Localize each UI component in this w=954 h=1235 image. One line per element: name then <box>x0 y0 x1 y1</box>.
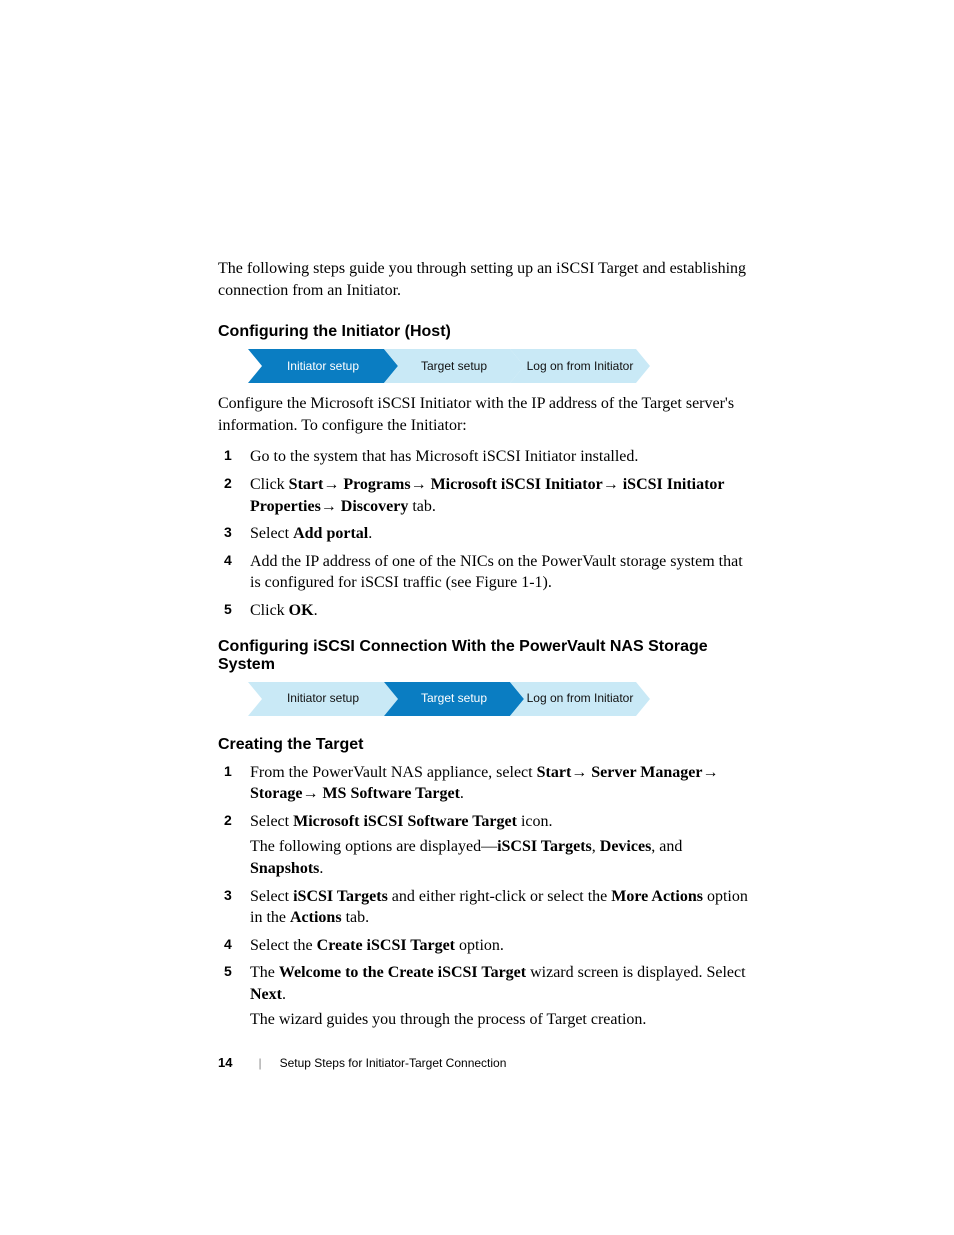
document-page: The following steps guide you through se… <box>0 0 954 1070</box>
section1-body: Configure the Microsoft iSCSI Initiator … <box>218 393 754 436</box>
nav-step-initiator-setup: Initiator setup <box>248 682 398 716</box>
step-text: Select Microsoft iSCSI Software Target i… <box>250 813 552 830</box>
step-text: The Welcome to the Create iSCSI Target w… <box>250 964 746 1003</box>
nav-step-label: Initiator setup <box>277 360 369 373</box>
nav-step-initiator-setup: Initiator setup <box>248 349 398 383</box>
step-text: Click Start→ Programs→ Microsoft iSCSI I… <box>250 476 724 515</box>
step-subtext: The following options are displayed—iSCS… <box>250 836 754 879</box>
list-item: 1 From the PowerVault NAS appliance, sel… <box>218 762 754 805</box>
nav-step-label: Log on from Initiator <box>517 360 644 373</box>
section1-steps: 1 Go to the system that has Microsoft iS… <box>218 446 754 621</box>
intro-paragraph: The following steps guide you through se… <box>218 258 754 301</box>
workflow-nav-2: Initiator setup Target setup Log on from… <box>248 682 754 716</box>
step-number: 1 <box>224 762 232 781</box>
step-text: Click OK. <box>250 602 318 619</box>
list-item: 5 Click OK. <box>218 600 754 622</box>
step-number: 4 <box>224 935 232 954</box>
nav-step-logon-initiator: Log on from Initiator <box>510 682 650 716</box>
list-item: 2 Select Microsoft iSCSI Software Target… <box>218 811 754 880</box>
heading-creating-target: Creating the Target <box>218 736 754 754</box>
page-number: 14 <box>218 1055 232 1070</box>
step-number: 3 <box>224 886 232 905</box>
list-item: 5 The Welcome to the Create iSCSI Target… <box>218 962 754 1031</box>
list-item: 3 Select iSCSI Targets and either right-… <box>218 886 754 929</box>
step-text: Add the IP address of one of the NICs on… <box>250 553 743 592</box>
step-number: 5 <box>224 962 232 981</box>
page-footer: 14 | Setup Steps for Initiator-Target Co… <box>218 1055 754 1070</box>
nav-step-logon-initiator: Log on from Initiator <box>510 349 650 383</box>
nav-step-label: Log on from Initiator <box>517 692 644 705</box>
step-number: 2 <box>224 474 232 493</box>
step-number: 4 <box>224 551 232 570</box>
list-item: 3 Select Add portal. <box>218 523 754 545</box>
footer-separator: | <box>258 1056 261 1070</box>
step-number: 2 <box>224 811 232 830</box>
list-item: 2 Click Start→ Programs→ Microsoft iSCSI… <box>218 474 754 517</box>
list-item: 1 Go to the system that has Microsoft iS… <box>218 446 754 468</box>
step-text: From the PowerVault NAS appliance, selec… <box>250 764 718 803</box>
step-number: 3 <box>224 523 232 542</box>
workflow-nav-1: Initiator setup Target setup Log on from… <box>248 349 754 383</box>
list-item: 4 Select the Create iSCSI Target option. <box>218 935 754 957</box>
step-text: Select the Create iSCSI Target option. <box>250 937 504 954</box>
nav-step-label: Target setup <box>411 692 497 705</box>
nav-step-target-setup: Target setup <box>384 682 524 716</box>
step-number: 1 <box>224 446 232 465</box>
nav-step-label: Initiator setup <box>277 692 369 705</box>
nav-step-label: Target setup <box>411 360 497 373</box>
list-item: 4 Add the IP address of one of the NICs … <box>218 551 754 594</box>
step-text: Go to the system that has Microsoft iSCS… <box>250 448 638 465</box>
step-number: 5 <box>224 600 232 619</box>
heading-configuring-initiator: Configuring the Initiator (Host) <box>218 323 754 341</box>
footer-chapter: Setup Steps for Initiator-Target Connect… <box>280 1056 507 1070</box>
step-text: Select Add portal. <box>250 525 372 542</box>
nav-step-target-setup: Target setup <box>384 349 524 383</box>
step-subtext: The wizard guides you through the proces… <box>250 1009 754 1031</box>
step-text: Select iSCSI Targets and either right-cl… <box>250 888 748 927</box>
section3-steps: 1 From the PowerVault NAS appliance, sel… <box>218 762 754 1032</box>
heading-configuring-iscsi-connection: Configuring iSCSI Connection With the Po… <box>218 638 754 674</box>
